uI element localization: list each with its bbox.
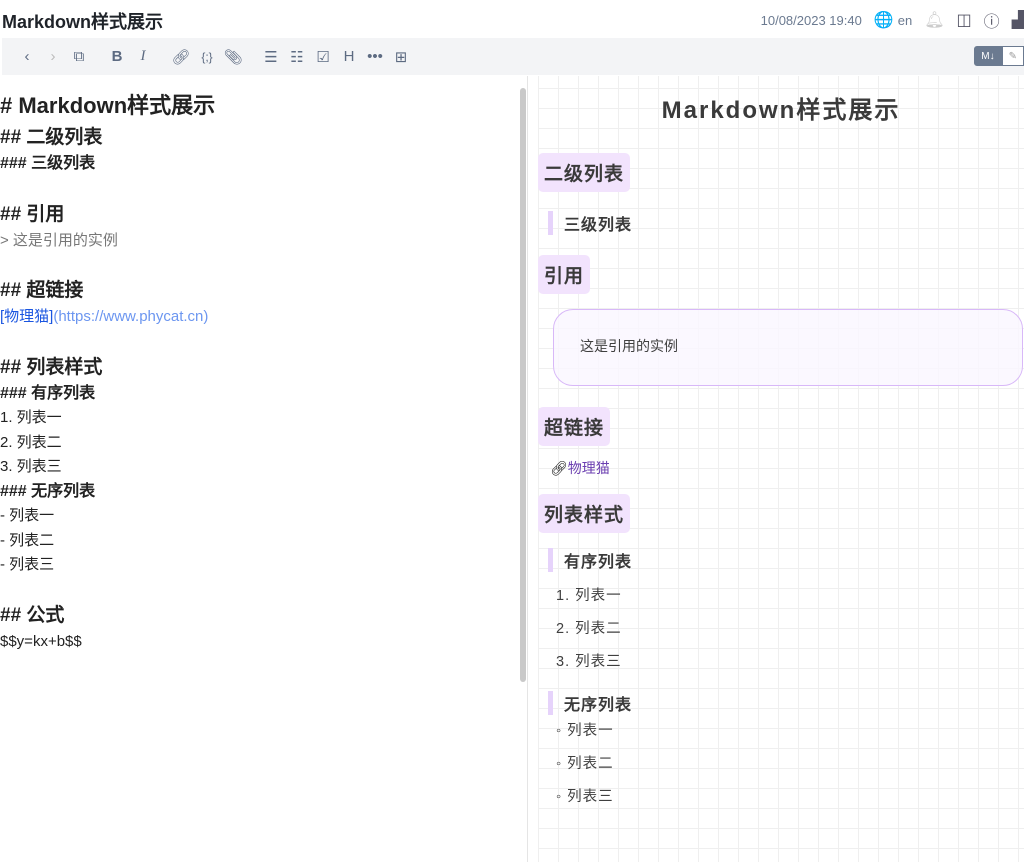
editor-line: ## 二级列表 [0,127,103,148]
editor-line: ## 列表样式 [0,356,103,378]
list-item: ◦ 列表一 [556,723,614,739]
forward-icon[interactable]: › [40,48,66,65]
split-view-icon[interactable]: ◫ [957,10,972,30]
preview-link-text: 物理猫 [567,460,610,476]
info-icon[interactable]: ⓘ [984,8,1000,32]
editor-line: 3. 列表三 [0,458,62,475]
italic-icon[interactable]: I [130,48,156,65]
more-icon[interactable]: ••• [362,48,388,65]
document-title: Markdown样式展示 [2,12,164,32]
markdown-editor[interactable]: # Markdown样式展示 ## 二级列表 ### 三级列表 ## 引用 > … [0,88,520,862]
preview-h2: 二级列表 [538,153,631,192]
preview-h1: Markdown样式展示 [661,97,901,124]
preview-h3: 三级列表 [548,211,1024,235]
editor-line: # Markdown样式展示 [0,93,216,118]
editor-line: 2. 列表二 [0,433,62,451]
bullet-list-icon[interactable]: ☰ [258,48,284,66]
preview-link[interactable]: 🔗︎物理猫 [550,458,1024,478]
list-item: 3. 列表三 [556,654,622,670]
pane-divider[interactable] [527,76,528,862]
datetime: 10/08/2023 19:40 [760,12,862,28]
editor-line: ## 引用 [0,203,65,225]
editor-line: - 列表一 [0,507,55,524]
code-icon[interactable]: {;} [194,50,220,64]
preview-h2: 列表样式 [538,494,631,533]
insert-date-icon[interactable]: ⊞ [388,48,414,66]
editor-line: ### 有序列表 [0,384,96,402]
open-external-icon[interactable]: ⧉ [66,48,92,65]
editor-link-url: (https://www.phycat.cn) [53,308,209,325]
editor-line: - 列表三 [0,556,55,573]
editor-line: - 列表二 [0,531,55,549]
editor-link-text: [物理猫] [0,308,54,325]
heading-icon[interactable]: H [336,48,362,65]
attachment-icon[interactable]: 📎︎ [220,48,246,66]
list-item: 2. 列表二 [556,621,622,637]
editor-line: ## 超链接 [0,280,84,301]
editor-line: 1. 列表一 [0,409,62,426]
back-icon[interactable]: ‹ [14,48,40,65]
globe-icon: 🌐 [873,12,894,29]
list-item: ◦ 列表二 [556,756,614,772]
editor-line: ## 公式 [0,604,65,626]
numbered-list-icon[interactable]: ☷ [284,48,310,66]
download-icon[interactable]: ▟ [1012,10,1024,30]
editor-line: > 这是引用的实例 [0,231,118,249]
language-switcher[interactable]: 🌐 en [874,10,912,30]
bell-icon[interactable]: 🔔︎ [924,10,944,30]
language-label: en [897,12,913,28]
editor-line: ### 无序列表 [0,482,96,500]
preview-blockquote: 这是引用的实例 [553,309,1023,386]
list-item: 1. 列表一 [556,588,622,604]
editor-line: $$y=kx+b$$ [0,632,82,650]
markdown-preview: Markdown样式展示 二级列表 三级列表 引用 这是引用的实例 超链接 🔗︎… [538,76,1024,862]
wysiwyg-mode-button[interactable]: ✎ [1001,46,1024,66]
editor-line: ### 三级列表 [0,155,96,172]
editor-scrollbar[interactable] [520,88,526,682]
checklist-icon[interactable]: ☑ [310,48,336,66]
preview-h2: 引用 [538,255,591,294]
preview-h3: 有序列表 [548,548,1024,572]
toolbar: ‹ › ⧉ B I 🔗︎ {;} 📎︎ ☰ ☷ ☑ H ••• ⊞ M↓ ✎ [2,38,1024,75]
link-icon[interactable]: 🔗︎ [168,48,194,66]
preview-h2: 超链接 [538,407,611,446]
list-item: ◦ 列表三 [556,789,614,805]
preview-h3: 无序列表 [548,691,1024,715]
link-icon: 🔗︎ [550,460,568,476]
markdown-mode-button[interactable]: M↓ [974,46,1002,66]
bold-icon[interactable]: B [104,48,130,65]
